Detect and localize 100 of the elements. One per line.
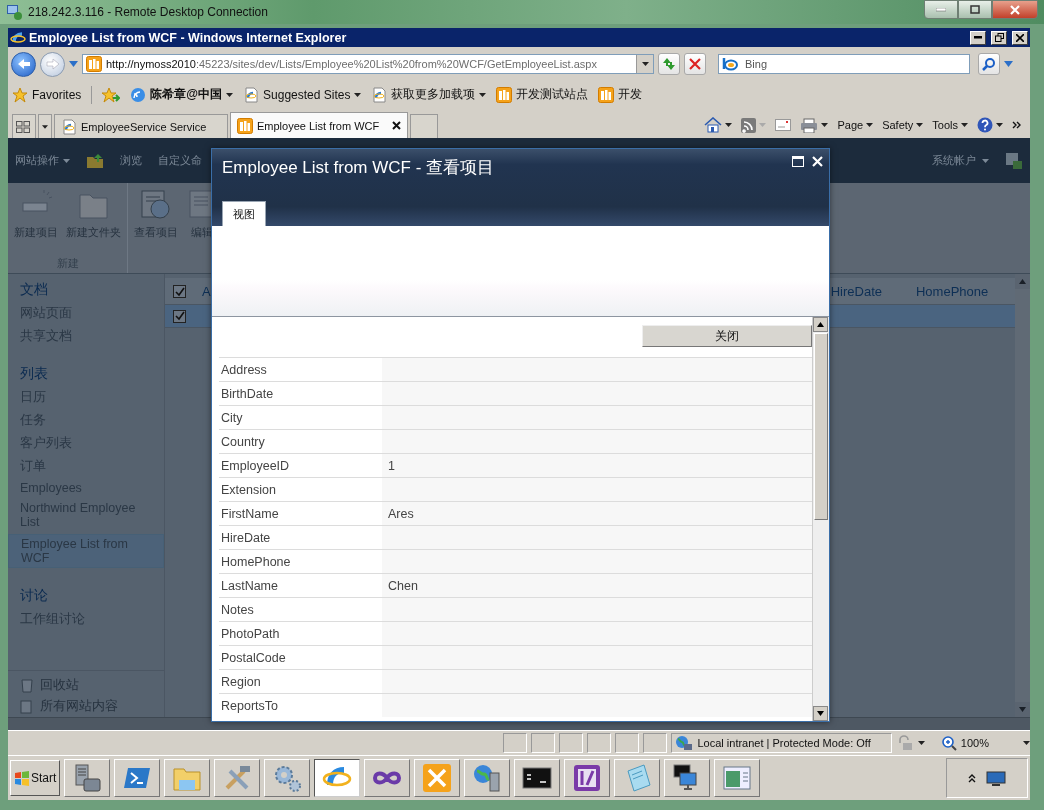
scroll-thumb[interactable] [814, 333, 828, 520]
ribbon-tab[interactable]: 视图 [222, 201, 266, 226]
caret-icon [479, 92, 487, 97]
caret-icon [641, 62, 649, 66]
browser-icon [10, 29, 26, 46]
command-menu[interactable]: Safety [882, 119, 924, 131]
refresh-button[interactable] [658, 53, 680, 75]
nav-heading[interactable]: 讨论 [8, 587, 60, 605]
caret-icon [916, 123, 924, 127]
favorites-link[interactable]: 开发测试站点 [496, 86, 589, 103]
field-value: 1 [382, 454, 812, 477]
check-icon [174, 310, 185, 322]
feeds-button[interactable] [741, 117, 767, 133]
caret-icon [996, 123, 1003, 127]
star-icon [12, 86, 28, 103]
add-favorite-icon[interactable] [102, 86, 121, 103]
search-options-icon[interactable] [1004, 61, 1013, 67]
favorites-link[interactable]: 陈希章@中国 [130, 86, 234, 103]
server-icon [72, 763, 103, 793]
checkbox[interactable] [173, 309, 186, 323]
caret-icon [866, 123, 874, 127]
column-header[interactable]: HomePhone [915, 283, 989, 299]
app-tile-icon [572, 763, 603, 793]
nav-heading[interactable]: 文档 [8, 281, 60, 299]
caret-icon [42, 124, 48, 129]
zoom-button[interactable]: 100% [940, 735, 1030, 751]
mail-icon[interactable] [775, 119, 792, 131]
content-icon [20, 699, 34, 714]
checkbox[interactable] [173, 284, 186, 298]
more-commands-icon[interactable] [1012, 121, 1022, 129]
address-field[interactable]: http://nymoss2010:45223/sites/dev/Lists/Employee%20List%20from%20WCF/GetEmployeeList.aspx [82, 54, 654, 74]
home-button[interactable] [704, 117, 733, 133]
nav-link[interactable]: 自定义命 [158, 153, 202, 168]
stop-button[interactable] [684, 53, 706, 75]
security-zone: Local intranet | Protected Mode: Off [671, 733, 892, 753]
caret-icon [821, 123, 829, 127]
close-dialog-button[interactable]: 关闭 [642, 325, 812, 347]
window-title: Employee List from WCF - Windows Internet Explorer [29, 30, 348, 45]
printer-icon [800, 117, 819, 133]
caret-icon [961, 123, 968, 127]
scroll-up-icon[interactable] [813, 317, 828, 332]
caret-icon [226, 92, 234, 97]
status-panel [587, 733, 612, 753]
field-value: Ares [382, 502, 812, 525]
command-menu[interactable]: Tools [932, 119, 968, 131]
forward-button[interactable] [40, 51, 65, 77]
quick-tabs-button[interactable] [12, 114, 36, 138]
minimize-icon [974, 36, 982, 39]
search-field[interactable]: Bing [718, 54, 970, 74]
status-panel [559, 733, 584, 753]
search-button[interactable] [978, 53, 1000, 75]
upload-icon[interactable] [86, 153, 104, 168]
help-button[interactable] [977, 117, 1003, 133]
account-menu[interactable]: 系统帐户 [932, 153, 989, 168]
show-hidden-icon[interactable] [968, 773, 976, 783]
recent-pages-icon[interactable] [69, 61, 78, 67]
taskbar-button[interactable] [314, 759, 361, 797]
favorites-link[interactable]: 获取更多加载项 [371, 86, 487, 103]
vertical-scrollbar[interactable] [812, 317, 829, 721]
caret-icon [917, 741, 925, 745]
site-icon [237, 117, 253, 134]
field-value: Chen [382, 574, 812, 597]
check-icon [174, 286, 185, 298]
nav-heading[interactable]: 列表 [8, 365, 60, 383]
quick-tabs-icon [16, 120, 30, 133]
column-header[interactable]: HireDate [830, 283, 882, 299]
page-icon [243, 86, 260, 103]
user-icon[interactable] [1005, 151, 1023, 170]
zoom-icon [940, 735, 957, 751]
globe-server-icon [472, 763, 503, 793]
command-menu[interactable]: Page [837, 119, 874, 131]
print-button[interactable] [800, 117, 829, 133]
tab-list-button[interactable] [38, 114, 52, 138]
page-icon [61, 118, 77, 135]
status-panel [615, 733, 640, 753]
favorites-link[interactable]: Suggested Sites [243, 86, 362, 103]
wrench-icon [422, 763, 453, 793]
restore-button[interactable] [958, 0, 992, 19]
back-button[interactable] [11, 51, 36, 77]
window-title: 218.242.3.116 - Remote Desktop Connection [28, 5, 269, 19]
page-icon [371, 86, 388, 103]
back-arrow-icon [16, 58, 31, 70]
start-button[interactable]: Start [10, 760, 61, 796]
maximize-button[interactable] [792, 156, 804, 167]
restore-icon [994, 33, 1004, 42]
scroll-down-icon[interactable] [813, 706, 828, 721]
column-header[interactable]: A [202, 283, 211, 299]
favorites-button[interactable]: Favorites [12, 86, 82, 103]
status-panel [503, 733, 528, 753]
nav-link[interactable]: 网站操作 [15, 153, 70, 168]
dialog-title: Employee List from WCF - 查看项目 [221, 157, 496, 179]
close-tab-icon[interactable] [392, 121, 401, 130]
status-panel [531, 733, 556, 753]
browser-tab[interactable]: Employee List from WCF [230, 112, 408, 138]
status-panel [643, 733, 668, 753]
view-item-icon [140, 189, 172, 221]
browser-tab[interactable]: EmployeeService Service [54, 114, 228, 138]
network-icon[interactable] [986, 770, 1006, 786]
nav-link[interactable]: 浏览 [120, 153, 142, 168]
favorites-link[interactable]: 开发 [598, 86, 643, 103]
